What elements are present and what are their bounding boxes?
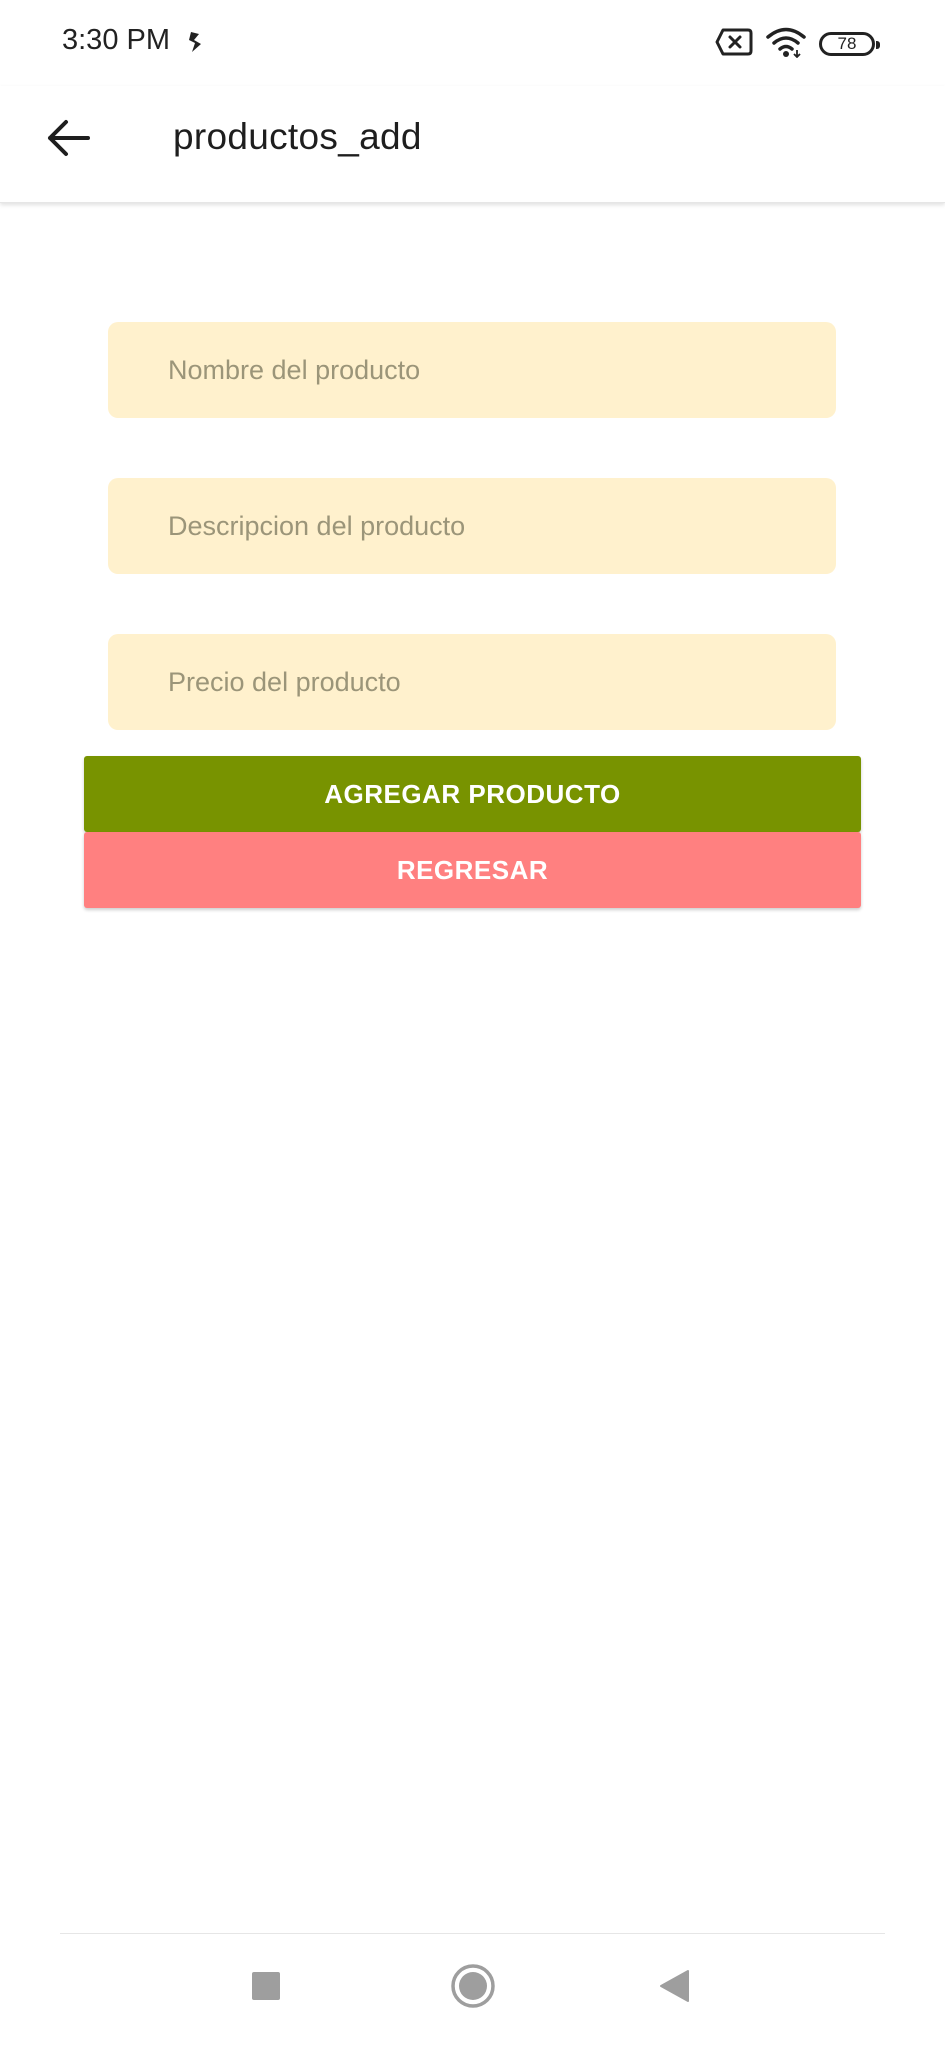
app-notification-icon — [183, 28, 207, 56]
add-product-label: AGREGAR PRODUCTO — [324, 778, 621, 809]
no-sim-icon — [715, 27, 753, 62]
return-button[interactable]: REGRESAR — [84, 832, 861, 908]
battery-icon: 78 — [819, 32, 880, 56]
back-button[interactable] — [36, 108, 100, 172]
home-icon — [450, 1963, 496, 2014]
page-title: productos_add — [173, 116, 422, 157]
product-name-input[interactable] — [108, 322, 836, 418]
back-icon — [658, 1969, 690, 2008]
product-description-field — [108, 478, 836, 574]
product-form — [108, 322, 836, 790]
app-bar: productos_add — [0, 86, 945, 203]
system-back-button[interactable] — [642, 1956, 706, 2020]
add-product-button[interactable]: AGREGAR PRODUCTO — [84, 756, 861, 832]
status-bar: 3:30 PM 78 — [0, 0, 945, 86]
product-description-input[interactable] — [108, 478, 836, 574]
recent-apps-icon — [250, 1970, 282, 2007]
product-name-field — [108, 322, 836, 418]
return-label: REGRESAR — [396, 854, 549, 885]
product-price-field — [108, 634, 836, 730]
home-button[interactable] — [441, 1956, 505, 2020]
arrow-left-icon — [46, 118, 90, 163]
wifi-icon — [765, 26, 807, 63]
status-icons: 78 — [715, 24, 880, 64]
recent-apps-button[interactable] — [234, 1956, 298, 2020]
product-price-input[interactable] — [108, 634, 836, 730]
system-nav-bar — [0, 1934, 945, 2048]
status-time: 3:30 PM — [62, 24, 170, 56]
